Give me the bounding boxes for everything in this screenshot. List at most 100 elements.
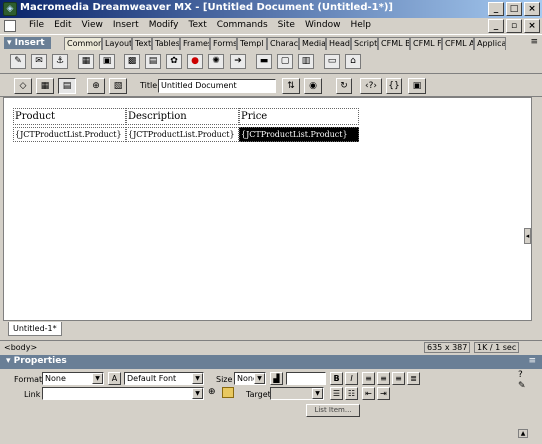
flash-icon[interactable]: ● bbox=[187, 54, 203, 69]
layer-icon[interactable]: ▣ bbox=[99, 54, 115, 69]
preview-browser-icon[interactable]: ◉ bbox=[304, 78, 322, 94]
italic-button[interactable]: I bbox=[345, 372, 358, 385]
date-icon[interactable]: ▢ bbox=[277, 54, 293, 69]
cell-description[interactable]: {JCTProductList.Product} bbox=[126, 127, 239, 142]
ordered-list-button[interactable]: ☷ bbox=[345, 387, 358, 400]
tag-chooser-icon[interactable]: ⌂ bbox=[345, 54, 361, 69]
minimize-button[interactable]: _ bbox=[488, 2, 504, 16]
insert-panel-label[interactable]: ▾ Insert bbox=[4, 37, 51, 49]
properties-panel-header[interactable]: ▾ Properties ≡ bbox=[0, 355, 542, 369]
header-product[interactable]: Product bbox=[13, 108, 126, 125]
menu-window[interactable]: Window bbox=[300, 20, 346, 30]
live-data-button[interactable]: ⊕ bbox=[87, 78, 105, 94]
unordered-list-button[interactable]: ☰ bbox=[330, 387, 343, 400]
image-placeholder-icon[interactable]: ▤ bbox=[145, 54, 161, 69]
menu-site[interactable]: Site bbox=[273, 20, 300, 30]
tab-media[interactable]: Media bbox=[299, 37, 326, 50]
refresh-icon[interactable]: ↻ bbox=[336, 78, 352, 94]
tab-forms[interactable]: Forms bbox=[210, 37, 237, 50]
menu-insert[interactable]: Insert bbox=[108, 20, 144, 30]
tab-templates[interactable]: Templ bbox=[237, 37, 267, 50]
align-center-button[interactable]: ≡ bbox=[377, 372, 390, 385]
point-to-file-icon[interactable]: ⊕ bbox=[208, 387, 216, 397]
menu-text[interactable]: Text bbox=[184, 20, 212, 30]
tab-cfml-basic[interactable]: CFML B bbox=[378, 37, 410, 50]
title-bar[interactable]: ◈ Macromedia Dreamweaver MX - [Untitled … bbox=[0, 0, 542, 18]
indent-button[interactable]: ⇥ bbox=[377, 387, 390, 400]
image-icon[interactable]: ▩ bbox=[124, 54, 140, 69]
tab-head[interactable]: Head bbox=[326, 37, 351, 50]
outdent-button[interactable]: ⇤ bbox=[362, 387, 375, 400]
doc-restore-button[interactable]: ▫ bbox=[506, 19, 522, 33]
list-item-button[interactable]: List Item... bbox=[306, 404, 360, 417]
tab-characters[interactable]: Charact bbox=[267, 37, 299, 50]
rollover-image-icon[interactable]: ✺ bbox=[208, 54, 224, 69]
tab-tables[interactable]: Tables bbox=[152, 37, 180, 50]
help-icon[interactable]: ? bbox=[518, 370, 523, 380]
format-select[interactable]: None ▼ bbox=[42, 372, 104, 385]
close-button[interactable]: × bbox=[524, 2, 540, 16]
menu-view[interactable]: View bbox=[77, 20, 108, 30]
menu-commands[interactable]: Commands bbox=[212, 20, 273, 30]
navigation-bar-icon[interactable]: ➔ bbox=[230, 54, 246, 69]
menu-file[interactable]: File bbox=[24, 20, 49, 30]
tab-common[interactable]: Common bbox=[64, 37, 102, 50]
tab-untitled-1[interactable]: Untitled-1* bbox=[8, 322, 62, 336]
text-color-icon[interactable]: ▟ bbox=[270, 372, 283, 385]
bold-button[interactable]: B bbox=[330, 372, 343, 385]
table-icon[interactable]: ▦ bbox=[78, 54, 94, 69]
chevron-down-icon: ▼ bbox=[254, 373, 265, 384]
named-anchor-icon[interactable]: ⚓ bbox=[52, 54, 68, 69]
email-link-icon[interactable]: ✉ bbox=[31, 54, 47, 69]
tab-layout[interactable]: Layout bbox=[102, 37, 132, 50]
link-input[interactable]: ▼ bbox=[42, 387, 204, 400]
size-select[interactable]: None ▼ bbox=[234, 372, 266, 385]
tab-cfml-advanced[interactable]: CFML A bbox=[442, 37, 474, 50]
tag-selector-body[interactable]: <body> bbox=[4, 343, 37, 352]
panel-options-icon[interactable]: ≡ bbox=[530, 37, 538, 47]
code-navigation-icon[interactable]: {} bbox=[386, 78, 402, 94]
tab-cfml-flow[interactable]: CFML F bbox=[410, 37, 442, 50]
horizontal-rule-icon[interactable]: ▬ bbox=[256, 54, 272, 69]
menu-modify[interactable]: Modify bbox=[144, 20, 184, 30]
comment-icon[interactable]: ▭ bbox=[324, 54, 340, 69]
maximize-button[interactable]: □ bbox=[506, 2, 522, 16]
header-price[interactable]: Price bbox=[239, 108, 359, 125]
cell-price-selected[interactable]: {JCTProductList.Product} bbox=[239, 127, 359, 142]
properties-options-icon[interactable]: ≡ bbox=[528, 356, 536, 366]
menu-help[interactable]: Help bbox=[345, 20, 376, 30]
fireworks-html-icon[interactable]: ✿ bbox=[166, 54, 182, 69]
target-select[interactable]: ▼ bbox=[270, 387, 324, 400]
code-view-button[interactable]: ◇ bbox=[14, 78, 32, 94]
tab-script[interactable]: Script bbox=[351, 37, 378, 50]
tab-text[interactable]: Text bbox=[132, 37, 152, 50]
title-input[interactable]: Untitled Document bbox=[158, 79, 276, 93]
color-input[interactable] bbox=[286, 372, 326, 385]
font-select[interactable]: Default Font ▼ bbox=[124, 372, 204, 385]
design-view-button[interactable]: ▤ bbox=[58, 78, 76, 94]
doc-minimize-button[interactable]: _ bbox=[488, 19, 504, 33]
doc-close-button[interactable]: × bbox=[524, 19, 540, 33]
cell-product[interactable]: {JCTProductList.Product} bbox=[13, 127, 126, 142]
quick-tag-editor-icon[interactable]: ✎ bbox=[518, 381, 526, 391]
hyperlink-icon[interactable]: ✎ bbox=[10, 54, 26, 69]
align-left-button[interactable]: ≡ bbox=[362, 372, 375, 385]
folder-icon[interactable] bbox=[222, 387, 234, 398]
expand-arrow-icon[interactable]: ▲ bbox=[518, 429, 528, 438]
document-icon[interactable] bbox=[4, 20, 16, 32]
view-options-icon[interactable]: ▣ bbox=[408, 78, 426, 94]
tab-application[interactable]: Applica bbox=[474, 37, 506, 50]
reference-icon[interactable]: ‹?› bbox=[360, 78, 382, 94]
window-size[interactable]: 635 x 387 bbox=[424, 342, 471, 353]
justify-button[interactable]: ≣ bbox=[407, 372, 420, 385]
design-view[interactable]: Product Description Price {JCTProductLis… bbox=[3, 97, 532, 321]
panel-collapse-arrow-icon[interactable]: ◂ bbox=[524, 228, 531, 244]
server-debug-button[interactable]: ▧ bbox=[109, 78, 127, 94]
align-right-button[interactable]: ≡ bbox=[392, 372, 405, 385]
tabular-data-icon[interactable]: ▥ bbox=[298, 54, 314, 69]
split-view-button[interactable]: ▦ bbox=[36, 78, 54, 94]
menu-edit[interactable]: Edit bbox=[49, 20, 76, 30]
header-description[interactable]: Description bbox=[126, 108, 239, 125]
file-management-icon[interactable]: ⇅ bbox=[282, 78, 300, 94]
tab-frames[interactable]: Frames bbox=[180, 37, 210, 50]
